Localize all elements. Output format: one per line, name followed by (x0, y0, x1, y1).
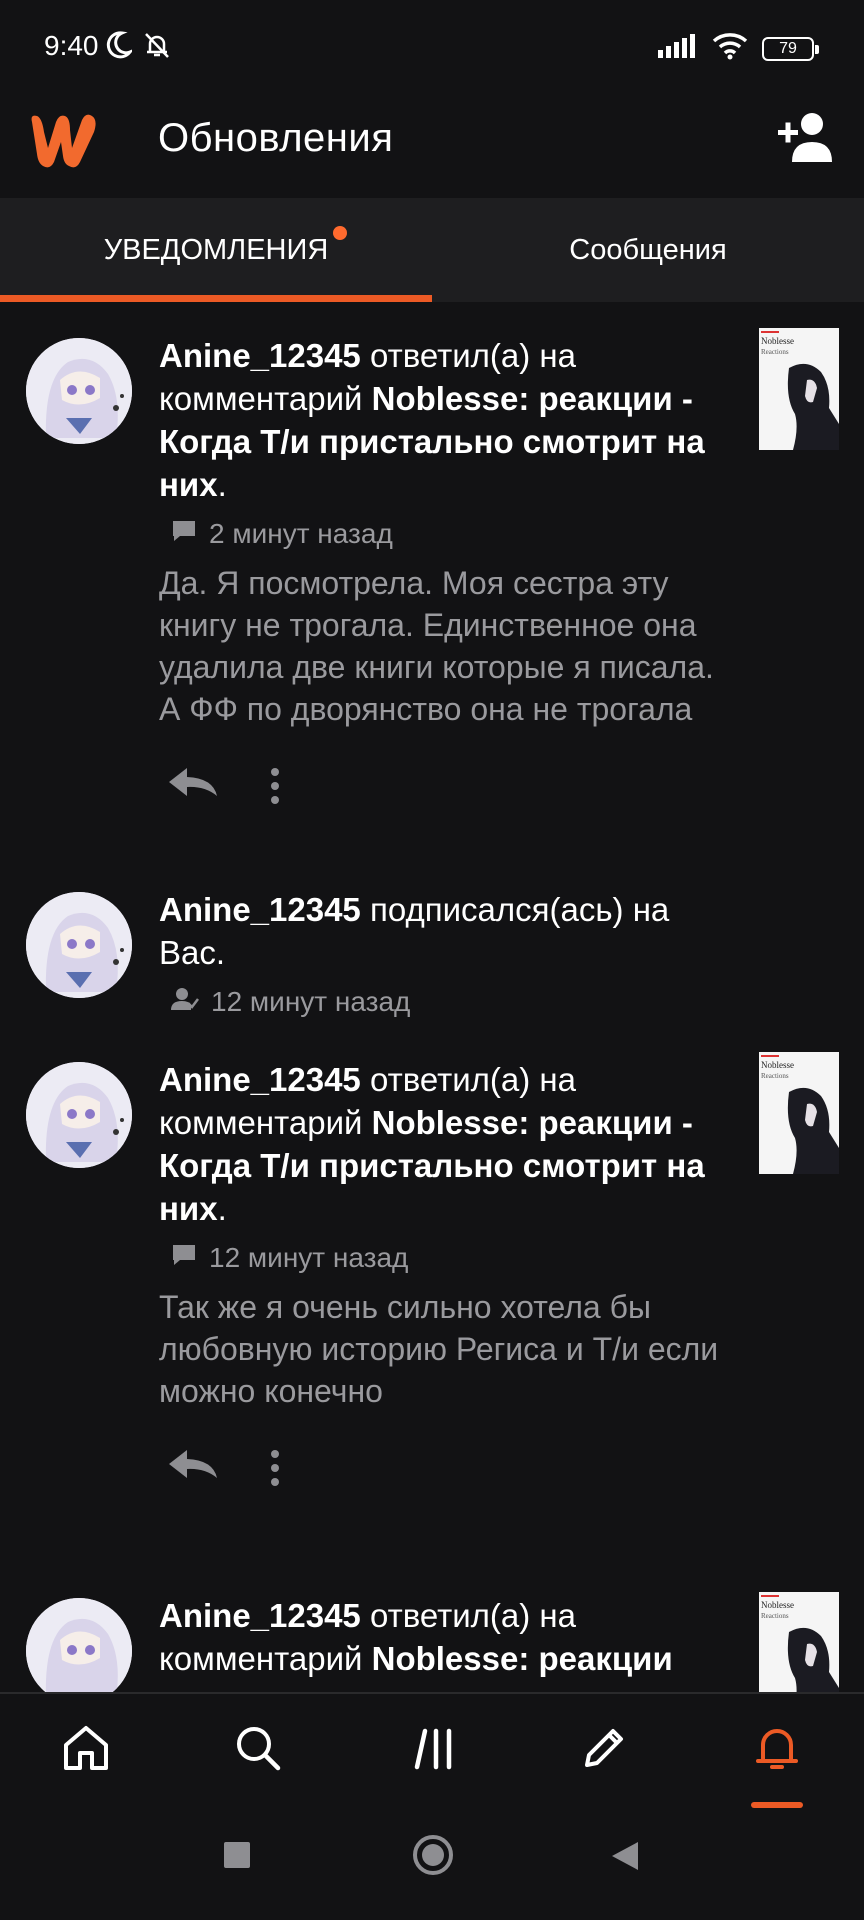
status-time: 9:40 (44, 30, 99, 61)
notification-actions (159, 1442, 739, 1502)
username[interactable]: Anine_12345 (159, 891, 361, 928)
story-cover[interactable]: Noblesse Reactions (759, 1592, 839, 1692)
comment-icon (171, 518, 197, 550)
story-title[interactable]: Noblesse: реакции (372, 1640, 673, 1677)
notification-headline[interactable]: Anine_12345 ответил(а) на комментарий No… (159, 334, 739, 506)
story-cover[interactable]: Noblesse Reactions (759, 1052, 839, 1174)
notification-headline[interactable]: Anine_12345 ответил(а) на комментарий No… (159, 1594, 739, 1680)
comment-text: Так же я очень сильно хотела бы любовную… (159, 1289, 719, 1409)
notification-content: Anine_12345 ответил(а) на комментарий No… (159, 1058, 739, 1502)
more-options-icon[interactable] (269, 1448, 281, 1493)
avatar[interactable] (26, 1062, 132, 1168)
notification-meta: 12 минут назад (171, 1242, 739, 1274)
notification-content: Anine_12345 ответил(а) на комментарий No… (159, 334, 739, 820)
back-button[interactable] (610, 1840, 640, 1877)
notification-meta: 2 минут назад (171, 518, 739, 550)
app-header: Обновления (0, 96, 864, 198)
page-title: Обновления (158, 116, 394, 160)
notification-feed[interactable]: Anine_12345 ответил(а) на комментарий No… (0, 302, 864, 1692)
notifications-icon[interactable] (747, 1718, 807, 1778)
status-bar: 9:40 79 (0, 0, 864, 96)
bell-off-icon (142, 30, 172, 65)
timestamp: 12 минут назад (209, 1242, 409, 1273)
moon-icon (104, 30, 135, 65)
signal-icon (658, 34, 698, 63)
cover-title: Noblesse (761, 1600, 794, 1610)
notification-content: Anine_12345 ответил(а) на комментарий No… (159, 1594, 739, 1680)
notification-meta: 12 минут назад (171, 986, 739, 1018)
story-cover[interactable]: Noblesse Reactions (759, 328, 839, 450)
tab-messages-label: Сообщения (569, 233, 727, 266)
tab-notifications-label: УВЕДОМЛЕНИЯ (103, 233, 329, 266)
username[interactable]: Anine_12345 (159, 1597, 361, 1634)
cover-title: Noblesse (761, 336, 794, 346)
tab-bar: УВЕДОМЛЕНИЯ Сообщения (0, 198, 864, 302)
notification-headline[interactable]: Anine_12345 ответил(а) на комментарий No… (159, 1058, 739, 1230)
cover-title: Noblesse (761, 1060, 794, 1070)
cover-subtitle: Reactions (761, 1612, 789, 1620)
notification-actions (159, 760, 739, 820)
avatar[interactable] (26, 892, 132, 998)
avatar[interactable] (26, 1598, 132, 1692)
home-button[interactable] (412, 1834, 454, 1881)
avatar[interactable] (26, 338, 132, 444)
bottom-navigation (0, 1692, 864, 1812)
cover-subtitle: Reactions (761, 1072, 789, 1080)
more-options-icon[interactable] (269, 766, 281, 811)
comment-text: Да. Я посмотрела. Моя сестра эту книгу н… (159, 565, 714, 727)
username[interactable]: Anine_12345 (159, 1061, 361, 1098)
library-icon[interactable] (404, 1718, 464, 1778)
tab-notifications[interactable]: УВЕДОМЛЕНИЯ (0, 198, 432, 302)
reply-icon[interactable] (167, 766, 219, 805)
wattpad-logo[interactable] (26, 108, 100, 177)
home-icon[interactable] (56, 1718, 116, 1778)
timestamp: 2 минут назад (209, 518, 393, 549)
notification-headline[interactable]: Anine_12345 подписался(ась) на Вас. (159, 888, 739, 974)
write-icon[interactable] (574, 1718, 634, 1778)
recents-button[interactable] (222, 1840, 252, 1875)
active-nav-indicator (751, 1802, 803, 1808)
reply-icon[interactable] (167, 1448, 219, 1487)
username[interactable]: Anine_12345 (159, 337, 361, 374)
search-icon[interactable] (228, 1718, 288, 1778)
battery-icon: 79 (762, 36, 819, 61)
notification-content: Anine_12345 подписался(ась) на Вас. 12 м… (159, 888, 739, 1018)
cover-subtitle: Reactions (761, 348, 789, 356)
active-tab-indicator (0, 295, 432, 302)
add-user-icon[interactable] (776, 110, 838, 171)
tab-messages[interactable]: Сообщения (432, 198, 864, 302)
system-navigation-bar (0, 1812, 864, 1920)
comment-icon (171, 1242, 197, 1274)
follow-icon (171, 986, 199, 1018)
unread-badge (333, 226, 347, 240)
timestamp: 12 минут назад (211, 986, 411, 1017)
wifi-icon (712, 32, 748, 65)
